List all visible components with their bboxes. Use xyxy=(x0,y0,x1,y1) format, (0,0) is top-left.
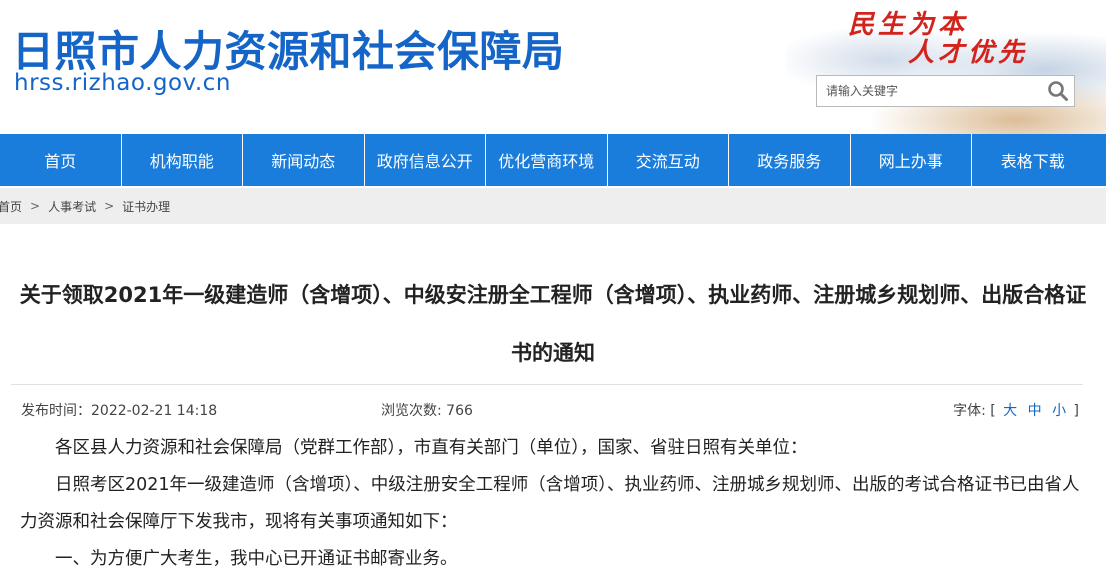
main-nav: 首页 机构职能 新闻动态 政府信息公开 优化营商环境 交流互动 政务服务 网上办… xyxy=(0,134,1106,186)
search-button[interactable] xyxy=(1042,76,1074,106)
breadcrumb-exam[interactable]: 人事考试 xyxy=(48,198,96,215)
nav-item-news[interactable]: 新闻动态 xyxy=(243,134,365,186)
breadcrumb-certificate[interactable]: 证书办理 xyxy=(122,198,170,215)
font-size-switcher: 字体: [ 大 中 小 ] xyxy=(953,400,1079,420)
breadcrumb: 首页 > 人事考试 > 证书办理 xyxy=(0,188,1106,224)
nav-item-gov-info[interactable]: 政府信息公开 xyxy=(365,134,486,186)
article-paragraph: 一、为方便广大考生，我中心已开通证书邮寄业务。 xyxy=(55,549,458,569)
article-body: 各区县人力资源和社会保障局（党群工作部），市直有关部门（单位），国家、省驻日照有… xyxy=(20,430,1084,572)
view-count: 浏览次数: 766 xyxy=(381,403,473,419)
nav-item-gov-services[interactable]: 政务服务 xyxy=(729,134,851,186)
search-icon xyxy=(1048,81,1068,101)
search-input[interactable] xyxy=(817,76,1043,106)
breadcrumb-home[interactable]: 首页 xyxy=(0,198,22,215)
site-header: 日照市人力资源和社会保障局 hrss.rizhao.gov.cn 民生为本 人才… xyxy=(0,0,1106,134)
breadcrumb-separator: > xyxy=(30,199,41,213)
font-size-small[interactable]: 小 xyxy=(1052,403,1066,419)
slogan-line-2: 人才优先 xyxy=(908,38,1029,68)
nav-item-business-env[interactable]: 优化营商环境 xyxy=(486,134,608,186)
font-size-large[interactable]: 大 xyxy=(1003,403,1017,419)
article-title: 关于领取2021年一级建造师（含增项）、中级安注册全工程师（含增项）、执业药师、… xyxy=(19,283,1087,365)
nav-item-interaction[interactable]: 交流互动 xyxy=(608,134,729,186)
bracket-open: [ xyxy=(990,403,996,419)
nav-item-home[interactable]: 首页 xyxy=(0,134,122,186)
publish-date: 发布时间：2022-02-21 14:18 xyxy=(21,403,218,419)
site-url[interactable]: hrss.rizhao.gov.cn xyxy=(14,70,231,96)
bracket-close: ] xyxy=(1073,403,1079,419)
article-paragraph: 各区县人力资源和社会保障局（党群工作部），市直有关部门（单位），国家、省驻日照有… xyxy=(55,438,808,458)
font-size-label: 字体: xyxy=(953,403,986,419)
font-size-medium[interactable]: 中 xyxy=(1028,403,1042,419)
article-meta: 发布时间：2022-02-21 14:18 浏览次数: 766 字体: [ 大 … xyxy=(11,384,1083,431)
breadcrumb-separator: > xyxy=(104,199,115,213)
nav-item-institutions[interactable]: 机构职能 xyxy=(122,134,243,186)
search-box xyxy=(816,75,1075,107)
nav-item-online-services[interactable]: 网上办事 xyxy=(851,134,972,186)
article-paragraph: 日照考区2021年一级建造师（含增项）、中级注册安全工程师（含增项）、执业药师、… xyxy=(20,475,1080,532)
nav-item-forms[interactable]: 表格下载 xyxy=(972,134,1094,186)
